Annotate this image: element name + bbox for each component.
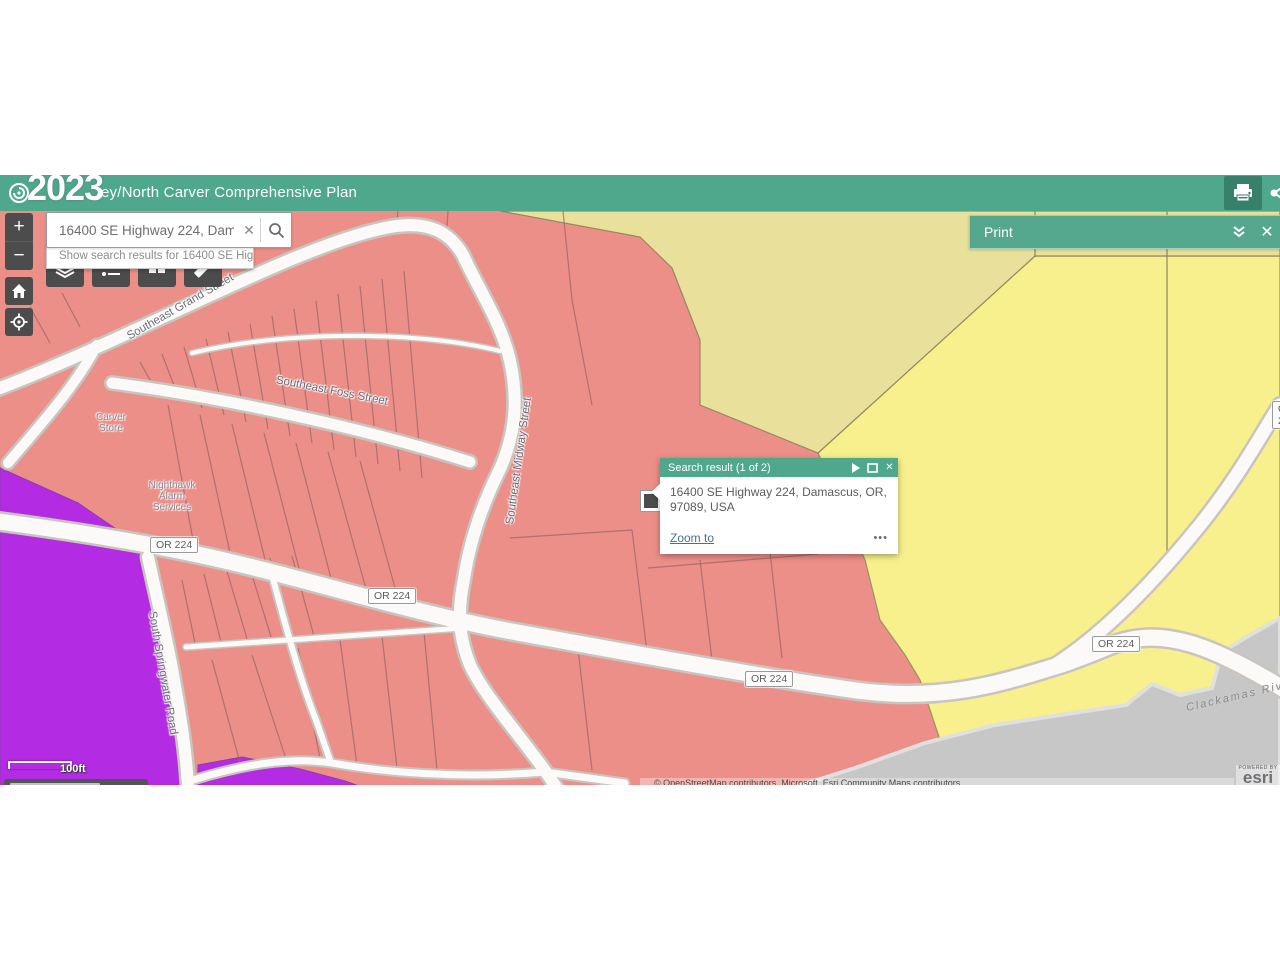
- locate-icon: [10, 313, 28, 331]
- print-panel-close-button[interactable]: ✕: [1253, 222, 1280, 242]
- print-panel-collapse-button[interactable]: [1225, 225, 1253, 239]
- print-panel-title: Print: [970, 224, 1225, 240]
- popup-footer: Zoom to •••: [660, 519, 898, 554]
- highway-shield-or224-4: OR 224: [1092, 636, 1140, 652]
- poi-carver-line1: Carver: [96, 412, 126, 423]
- esri-logo: POWERED BY esri: [1236, 765, 1280, 785]
- search-suggestion-text: Show search results for 16400 SE Hig...: [47, 250, 253, 262]
- map-application: Southeast Grand Street Southeast Foss St…: [0, 175, 1280, 785]
- zoom-in-button[interactable]: +: [5, 213, 33, 241]
- popup-more-options-button[interactable]: •••: [873, 532, 888, 544]
- search-icon: [268, 222, 285, 239]
- popup-dock-button[interactable]: [864, 463, 881, 473]
- attribution-string: © OpenStreetMap contributors, Microsoft,…: [640, 778, 1234, 785]
- search-clear-icon[interactable]: ✕: [238, 222, 260, 239]
- popup-header[interactable]: Search result (1 of 2) ✕: [660, 458, 898, 477]
- scale-bar: 100ft: [8, 761, 72, 769]
- search-submit-button[interactable]: [261, 213, 291, 247]
- popup-address-line2: 97089, USA: [670, 500, 735, 514]
- locate-button[interactable]: [5, 308, 33, 336]
- zoom-to-link[interactable]: Zoom to: [670, 531, 873, 545]
- popup-address-line1: 16400 SE Highway 224, Damascus, OR,: [670, 485, 887, 499]
- search-result-popup: Search result (1 of 2) ✕ 16400 SE Highwa…: [660, 458, 898, 554]
- share-tool-button[interactable]: [1266, 179, 1280, 207]
- popup-title: Search result (1 of 2): [660, 462, 847, 474]
- zoom-out-button[interactable]: −: [5, 242, 33, 270]
- zoom-controls: + −: [5, 213, 33, 270]
- search-widget: ✕: [46, 212, 292, 248]
- print-panel-header: Print ✕: [969, 215, 1280, 249]
- share-icon: [1266, 179, 1280, 207]
- double-chevron-down-icon: [1232, 225, 1246, 239]
- poi-label-carver-store: Carver Store: [85, 412, 137, 434]
- poi-carver-line2: Store: [99, 423, 123, 434]
- app-header: ey/North Carver Comprehensive Plan: [0, 175, 1280, 211]
- poi-label-nighthawk: Nighthawk Alarm Services: [140, 480, 204, 513]
- attribution-left-pill: [4, 779, 148, 785]
- popup-close-button[interactable]: ✕: [881, 462, 898, 473]
- home-button[interactable]: [5, 277, 33, 305]
- highway-shield-or224-partial: OR 224: [1272, 401, 1280, 429]
- page-title: ey/North Carver Comprehensive Plan: [101, 184, 357, 201]
- play-icon: [851, 463, 860, 473]
- esri-wordmark: esri: [1236, 771, 1280, 785]
- home-icon: [11, 283, 27, 299]
- attribution-text: © OpenStreetMap contributors, Microsoft,…: [640, 778, 1234, 785]
- highway-shield-or224-3: OR 224: [745, 671, 793, 687]
- poi-nighthawk-line3: Services: [153, 502, 191, 513]
- popup-address: 16400 SE Highway 224, Damascus, OR, 9708…: [660, 477, 898, 519]
- poi-nighthawk-line1: Nighthawk: [149, 480, 196, 491]
- search-input[interactable]: [47, 213, 238, 247]
- poi-nighthawk-line2: Alarm: [159, 491, 185, 502]
- scale-bar-label: 100ft: [60, 763, 86, 775]
- dock-icon: [867, 463, 878, 473]
- highway-shield-or224-1: OR 224: [150, 537, 198, 553]
- popup-pointer: [651, 484, 660, 500]
- highway-shield-or224-2: OR 224: [368, 588, 416, 604]
- popup-next-result-button[interactable]: [847, 463, 864, 473]
- print-tool-button[interactable]: [1224, 176, 1262, 210]
- watermark-2023: 2023: [27, 175, 103, 209]
- printer-icon: [1232, 182, 1254, 204]
